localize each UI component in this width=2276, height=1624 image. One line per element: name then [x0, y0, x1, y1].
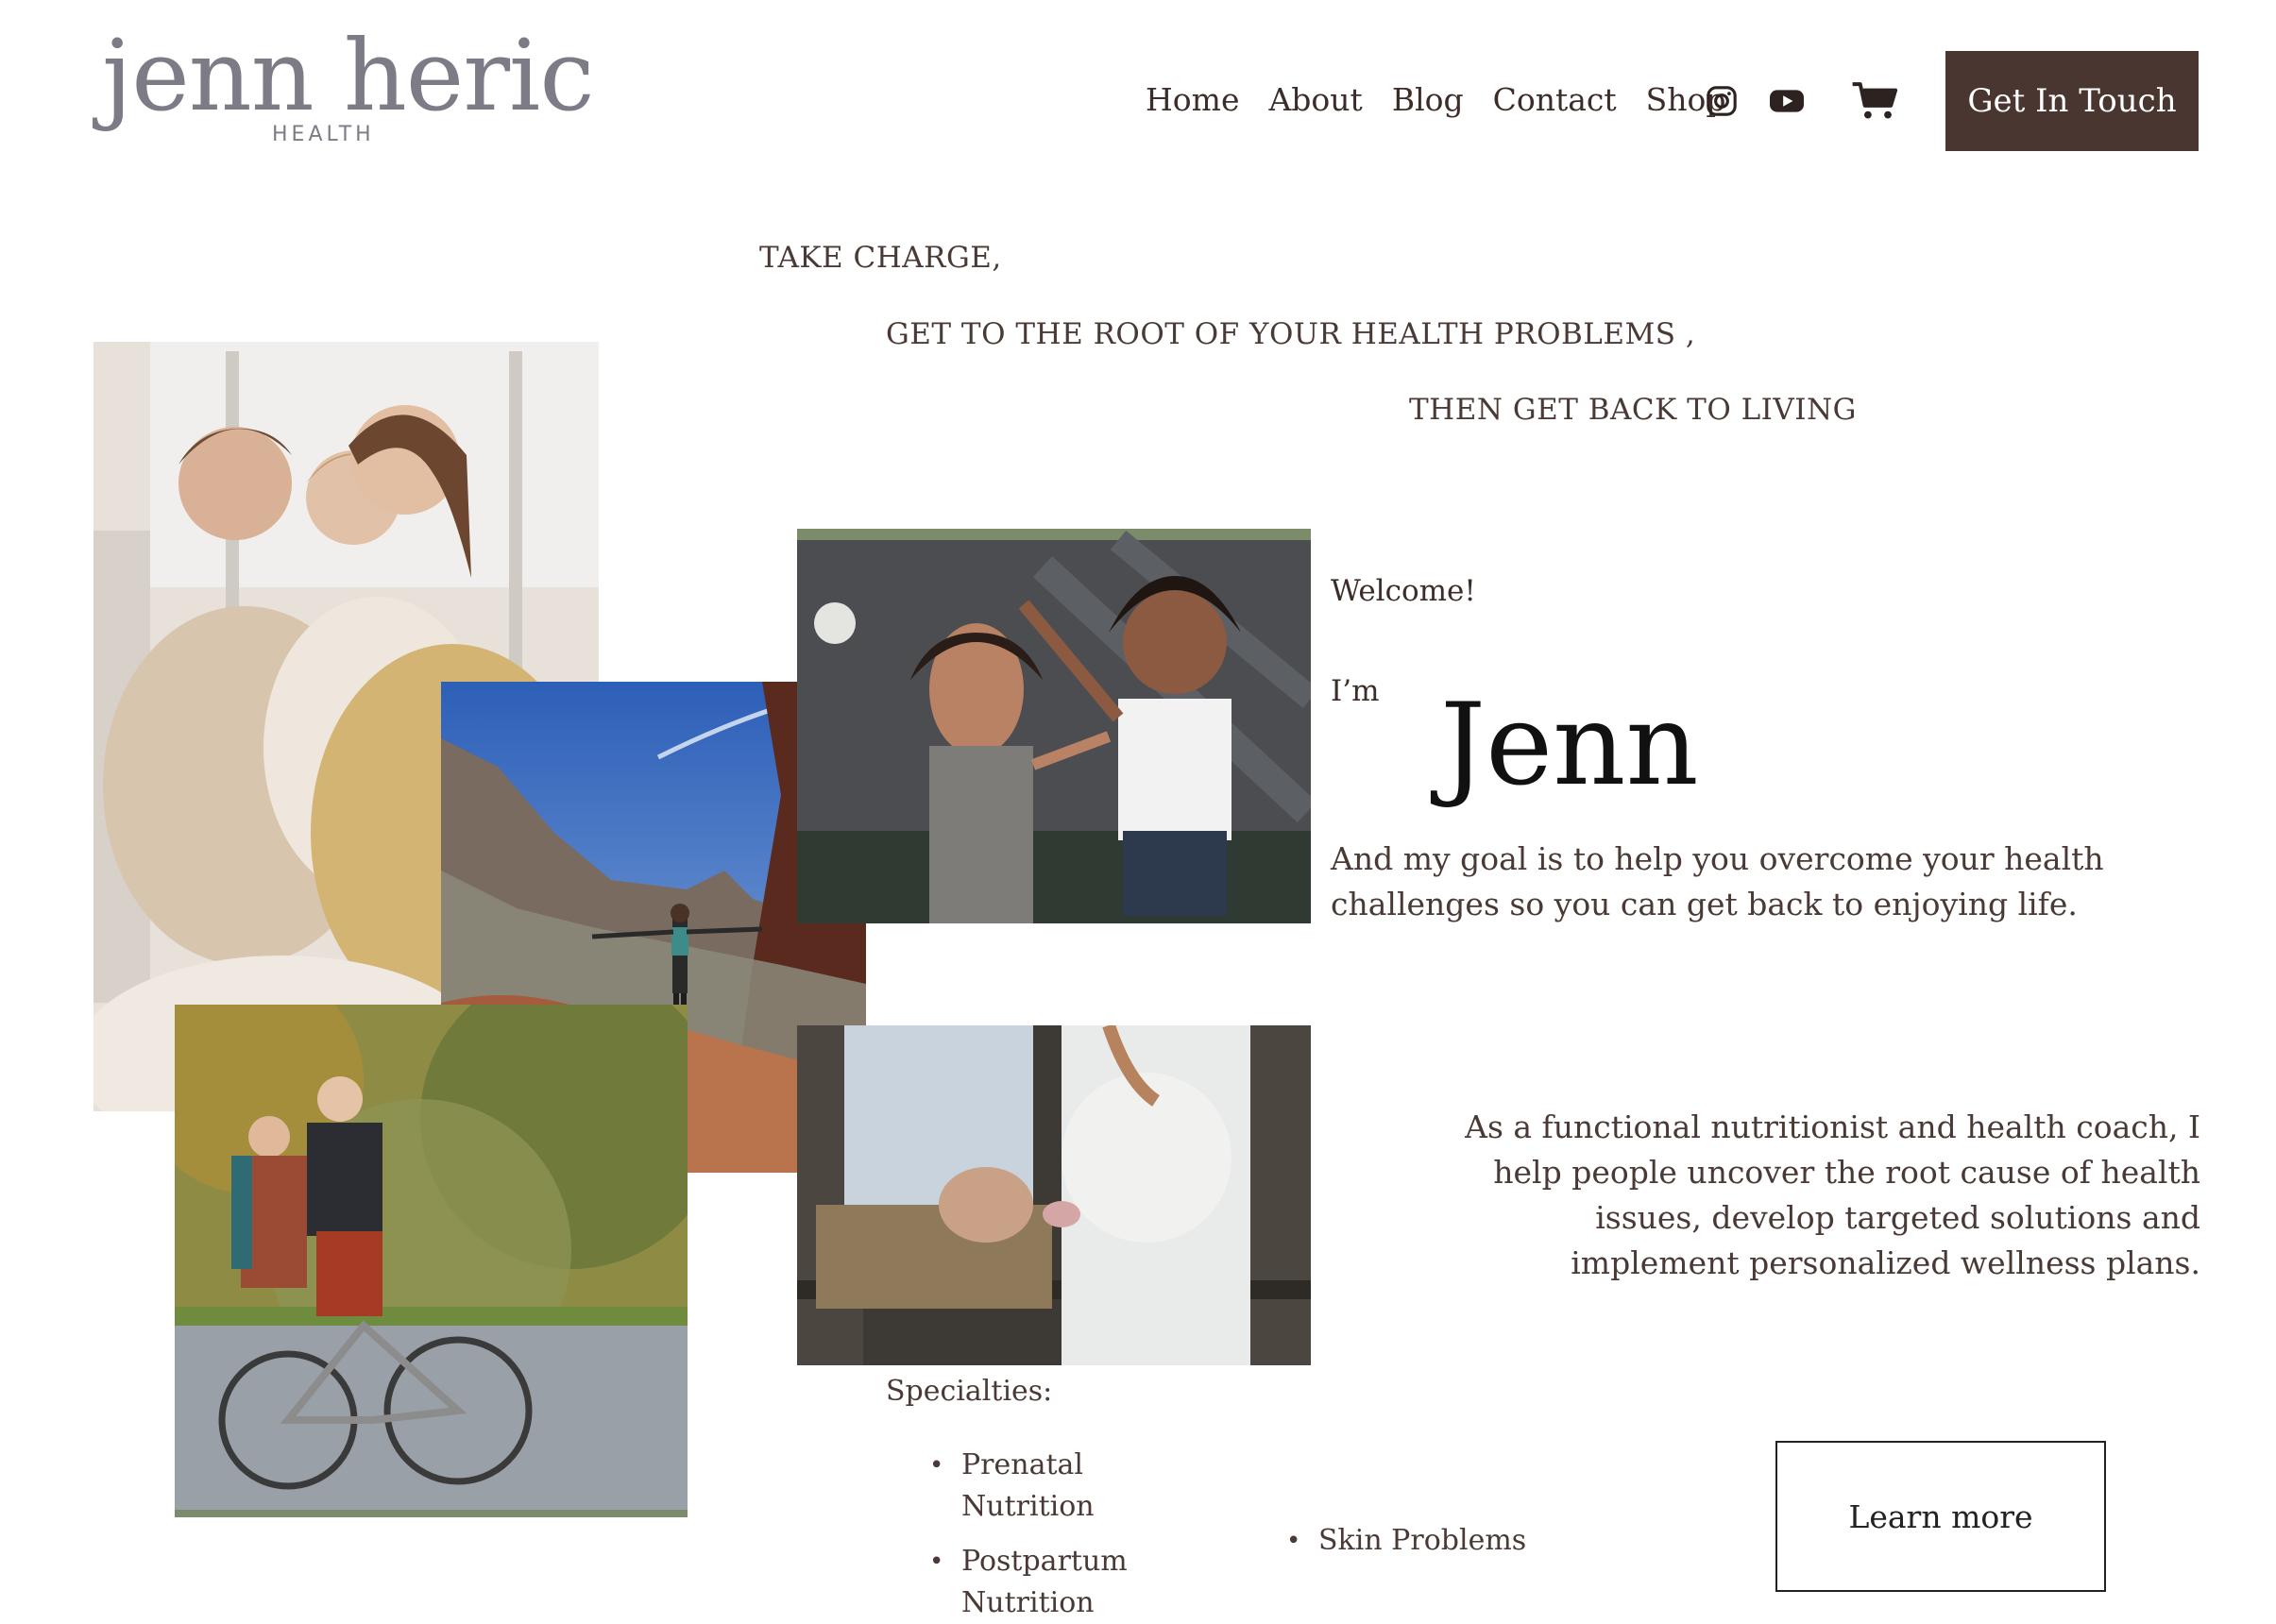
nav-contact[interactable]: Contact — [1493, 81, 1617, 118]
specialties-list-1: Prenatal Nutrition Postpartum Nutrition — [929, 1445, 1213, 1624]
youtube-icon[interactable] — [1770, 87, 1804, 115]
about-text: As a functional nutritionist and health … — [1465, 1108, 2200, 1281]
learn-more-button[interactable]: Learn more — [1775, 1441, 2106, 1592]
logo-wordmark[interactable]: jenn heric — [102, 26, 595, 125]
tagline-line-1: TAKE CHARGE, — [759, 241, 1002, 275]
specialties-list-2: Skin Problems — [1286, 1520, 1526, 1562]
name-heading: Jenn — [1440, 680, 1699, 811]
instagram-icon[interactable] — [1706, 85, 1738, 117]
photo-pregnant-couple — [797, 1025, 1311, 1365]
list-item: Postpartum Nutrition — [929, 1541, 1150, 1624]
tagline-line-3: THEN GET BACK TO LIVING — [1409, 393, 1857, 427]
list-item: Prenatal Nutrition — [929, 1445, 1213, 1528]
nav-blog[interactable]: Blog — [1392, 81, 1464, 118]
goal-text: And my goal is to help you overcome your… — [1331, 840, 2104, 922]
tagline-line-2: GET TO THE ROOT OF YOUR HEALTH PROBLEMS … — [886, 317, 1696, 351]
logo-subtitle: HEALTH — [272, 123, 375, 146]
list-item: Skin Problems — [1286, 1520, 1526, 1562]
photo-women-pointing — [797, 529, 1311, 923]
welcome-text: Welcome! — [1331, 574, 1476, 608]
cart-icon[interactable] — [1851, 79, 1900, 123]
main-nav: Home About Blog Contact Shop — [1146, 81, 1726, 118]
specialties-title: Specialties: — [886, 1375, 1053, 1408]
nav-home[interactable]: Home — [1146, 81, 1239, 118]
photo-couple-bike — [175, 1005, 688, 1517]
im-text: I’m — [1331, 674, 1380, 708]
get-in-touch-button[interactable]: Get In Touch — [1945, 51, 2199, 151]
nav-about[interactable]: About — [1268, 81, 1362, 118]
